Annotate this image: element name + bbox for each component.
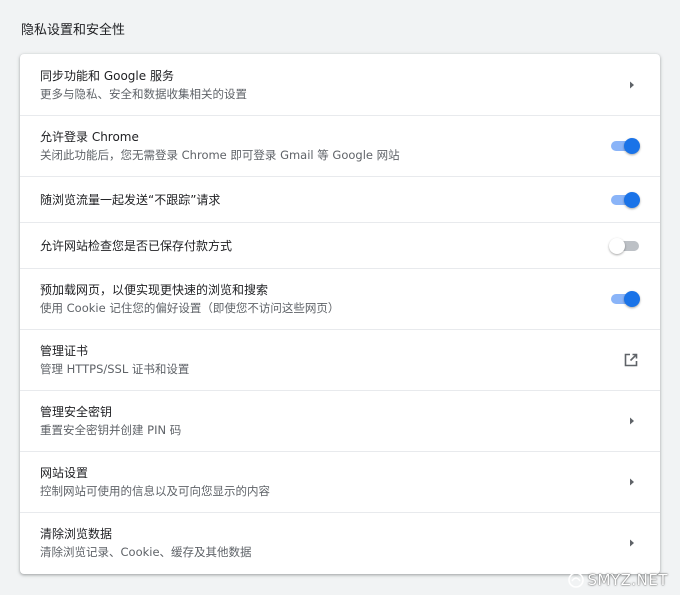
row-title: 允许网站检查您是否已保存付款方式 xyxy=(40,238,233,253)
row-subtitle: 重置安全密钥并创建 PIN 码 xyxy=(40,423,182,437)
row-title: 网站设置 xyxy=(40,466,89,480)
watermark-logo-icon xyxy=(568,572,585,588)
row-clear-browsing-data[interactable]: 清除浏览数据 清除浏览记录、Cookie、缓存及其他数据 xyxy=(20,512,660,572)
chevron-right-icon[interactable] xyxy=(622,411,642,431)
row-subtitle: 清除浏览记录、Cookie、缓存及其他数据 xyxy=(40,544,252,559)
row-title: 管理证书 xyxy=(40,344,89,358)
row-manage-security-keys[interactable]: 管理安全密钥 重置安全密钥并创建 PIN 码 xyxy=(20,390,660,451)
row-allow-chrome-signin[interactable]: 允许登录 Chrome 关闭此功能后，您无需登录 Chrome 即可登录 Gma… xyxy=(20,115,660,176)
watermark-text: SMYZ.NET xyxy=(587,571,668,589)
row-site-settings[interactable]: 网站设置 控制网站可使用的信息以及可向您显示的内容 xyxy=(20,451,660,512)
watermark: SMYZ.NET xyxy=(567,571,668,589)
row-subtitle: 管理 HTTPS/SSL 证书和设置 xyxy=(40,362,190,376)
row-subtitle: 关闭此功能后，您无需登录 Chrome 即可登录 Gmail 等 Google … xyxy=(40,148,400,162)
row-preload-pages[interactable]: 预加载网页，以便实现更快速的浏览和搜索 使用 Cookie 记住您的偏好设置（即… xyxy=(20,268,660,329)
row-title: 随浏览流量一起发送“不跟踪”请求 xyxy=(40,192,221,207)
row-subtitle: 使用 Cookie 记住您的偏好设置（即使您不访问这些网页） xyxy=(40,301,340,315)
toggle-payment-methods-check[interactable] xyxy=(609,237,639,254)
open-in-new-icon[interactable] xyxy=(621,350,641,370)
row-payment-methods-check[interactable]: 允许网站检查您是否已保存付款方式 xyxy=(20,222,660,268)
chevron-right-icon[interactable] xyxy=(622,472,642,492)
chevron-right-icon[interactable] xyxy=(622,75,642,95)
row-manage-certificates[interactable]: 管理证书 管理 HTTPS/SSL 证书和设置 xyxy=(20,329,660,390)
row-do-not-track[interactable]: 随浏览流量一起发送“不跟踪”请求 xyxy=(20,176,660,222)
privacy-security-card: 同步功能和 Google 服务 更多与隐私、安全和数据收集相关的设置 允许登录 … xyxy=(20,54,660,574)
row-title: 预加载网页，以便实现更快速的浏览和搜索 xyxy=(40,283,269,297)
row-title: 管理安全密钥 xyxy=(40,405,113,419)
chevron-right-icon[interactable] xyxy=(622,533,642,553)
row-title: 允许登录 Chrome xyxy=(40,130,139,144)
row-title: 清除浏览数据 xyxy=(40,526,113,541)
row-subtitle: 更多与隐私、安全和数据收集相关的设置 xyxy=(40,86,247,101)
toggle-preload-pages[interactable] xyxy=(609,291,640,307)
toggle-allow-chrome-signin[interactable] xyxy=(609,138,640,154)
section-title: 隐私设置和安全性 xyxy=(21,23,126,38)
row-title: 同步功能和 Google 服务 xyxy=(40,68,174,83)
row-subtitle: 控制网站可使用的信息以及可向您显示的内容 xyxy=(40,484,270,498)
row-sync-google-services[interactable]: 同步功能和 Google 服务 更多与隐私、安全和数据收集相关的设置 xyxy=(20,54,660,115)
toggle-do-not-track[interactable] xyxy=(609,191,640,208)
